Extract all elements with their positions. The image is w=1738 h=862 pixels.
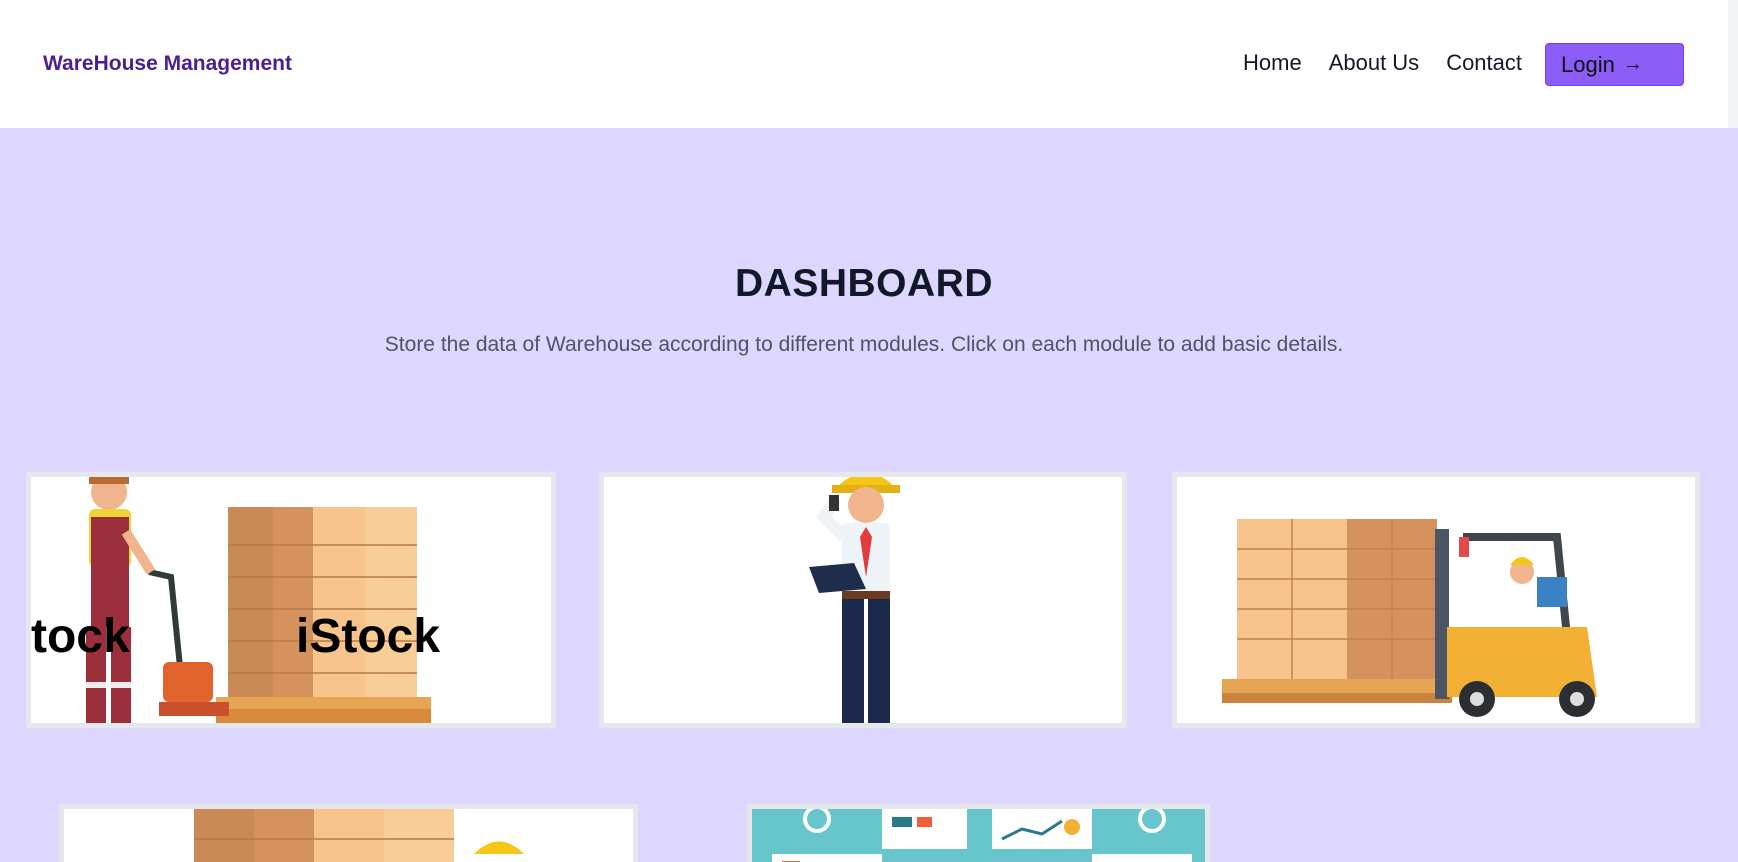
nav-link-home[interactable]: Home xyxy=(1243,50,1302,76)
page-title: DASHBOARD xyxy=(735,262,993,305)
watermark-text: iStock xyxy=(296,610,440,663)
watermark-text-partial: tock xyxy=(31,610,130,663)
forklift-boxes-illustration xyxy=(1177,477,1695,723)
boxes-worker-illustration xyxy=(64,809,633,862)
login-button[interactable]: Login → xyxy=(1545,43,1684,86)
scrollbar-track xyxy=(1728,0,1738,128)
manager-on-phone-illustration xyxy=(604,477,1122,723)
login-button-label: Login xyxy=(1561,51,1615,77)
module-card-1[interactable]: iStock tock xyxy=(26,472,556,728)
module-card-4[interactable] xyxy=(59,804,638,862)
module-card-3[interactable] xyxy=(1172,472,1700,728)
arrow-right-icon: → xyxy=(1622,53,1643,75)
module-card-2[interactable] xyxy=(599,472,1127,728)
navbar: WareHouse Management Home About Us Conta… xyxy=(0,0,1728,128)
analytics-dashboard-illustration xyxy=(752,809,1205,862)
page-subtitle: Store the data of Warehouse according to… xyxy=(384,333,1344,356)
nav-links: Home About Us Contact xyxy=(1243,50,1522,76)
worker-pallet-jack-illustration: iStock tock xyxy=(31,477,440,723)
module-card-5[interactable] xyxy=(747,804,1210,862)
brand-logo-text[interactable]: WareHouse Management xyxy=(43,52,292,76)
nav-link-contact[interactable]: Contact xyxy=(1446,50,1522,76)
nav-link-about-us[interactable]: About Us xyxy=(1329,50,1420,76)
